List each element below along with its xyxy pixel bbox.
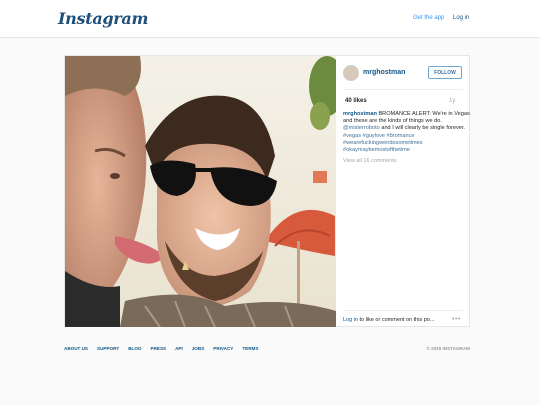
footer-link-about[interactable]: ABOUT US	[64, 346, 88, 351]
photo-illustration	[65, 56, 336, 327]
comment-prompt: Log in to like or comment on this po...	[343, 317, 434, 323]
post-age[interactable]: 1y	[449, 98, 455, 104]
caption-text-2: and I will clearly be single forever.	[379, 125, 465, 132]
more-options-icon[interactable]: •••	[452, 316, 461, 323]
footer-link-privacy[interactable]: PRIVACY	[213, 346, 233, 351]
divider	[343, 89, 463, 90]
comment-prompt-text: to like or comment on this po...	[358, 317, 435, 323]
footer-link-jobs[interactable]: JOBS	[192, 346, 205, 351]
instagram-logo[interactable]: Instagram	[58, 9, 148, 28]
caption-username[interactable]: mrghostman	[343, 111, 377, 117]
top-nav-bar: Instagram Get the app Log in	[0, 0, 540, 38]
footer-link-press[interactable]: PRESS	[151, 346, 167, 351]
get-app-link[interactable]: Get the app	[413, 15, 444, 21]
post-sidebar: mrghostman FOLLOW 40 likes 1y mrghostman…	[336, 56, 470, 327]
avatar[interactable]	[343, 65, 359, 81]
footer-links: ABOUT US SUPPORT BLOG PRESS API JOBS PRI…	[64, 346, 470, 351]
login-link[interactable]: Log in	[453, 15, 469, 21]
post-card: mrghostman FOLLOW 40 likes 1y mrghostman…	[64, 55, 470, 327]
post-caption: mrghostman BROMANCE ALERT: We're in Vega…	[343, 111, 471, 154]
copyright: © 2015 INSTAGRAM	[426, 346, 470, 351]
username-link[interactable]: mrghostman	[363, 69, 405, 76]
footer-link-support[interactable]: SUPPORT	[97, 346, 119, 351]
divider	[343, 310, 463, 311]
footer-link-blog[interactable]: BLOG	[128, 346, 141, 351]
view-all-comments-link[interactable]: View all 16 comments	[343, 158, 396, 164]
footer: ABOUT US SUPPORT BLOG PRESS API JOBS PRI…	[64, 346, 470, 356]
caption-hashtags[interactable]: #vegas #guylove #bromance #wearefuckingw…	[343, 133, 423, 153]
like-count[interactable]: 40 likes	[345, 98, 367, 104]
caption-mention[interactable]: @misterroboto	[343, 125, 380, 131]
follow-button[interactable]: FOLLOW	[428, 66, 462, 79]
comment-login-link[interactable]: Log in	[343, 317, 358, 323]
footer-link-api[interactable]: API	[175, 346, 183, 351]
post-photo[interactable]	[65, 56, 336, 327]
footer-link-terms[interactable]: TERMS	[242, 346, 258, 351]
